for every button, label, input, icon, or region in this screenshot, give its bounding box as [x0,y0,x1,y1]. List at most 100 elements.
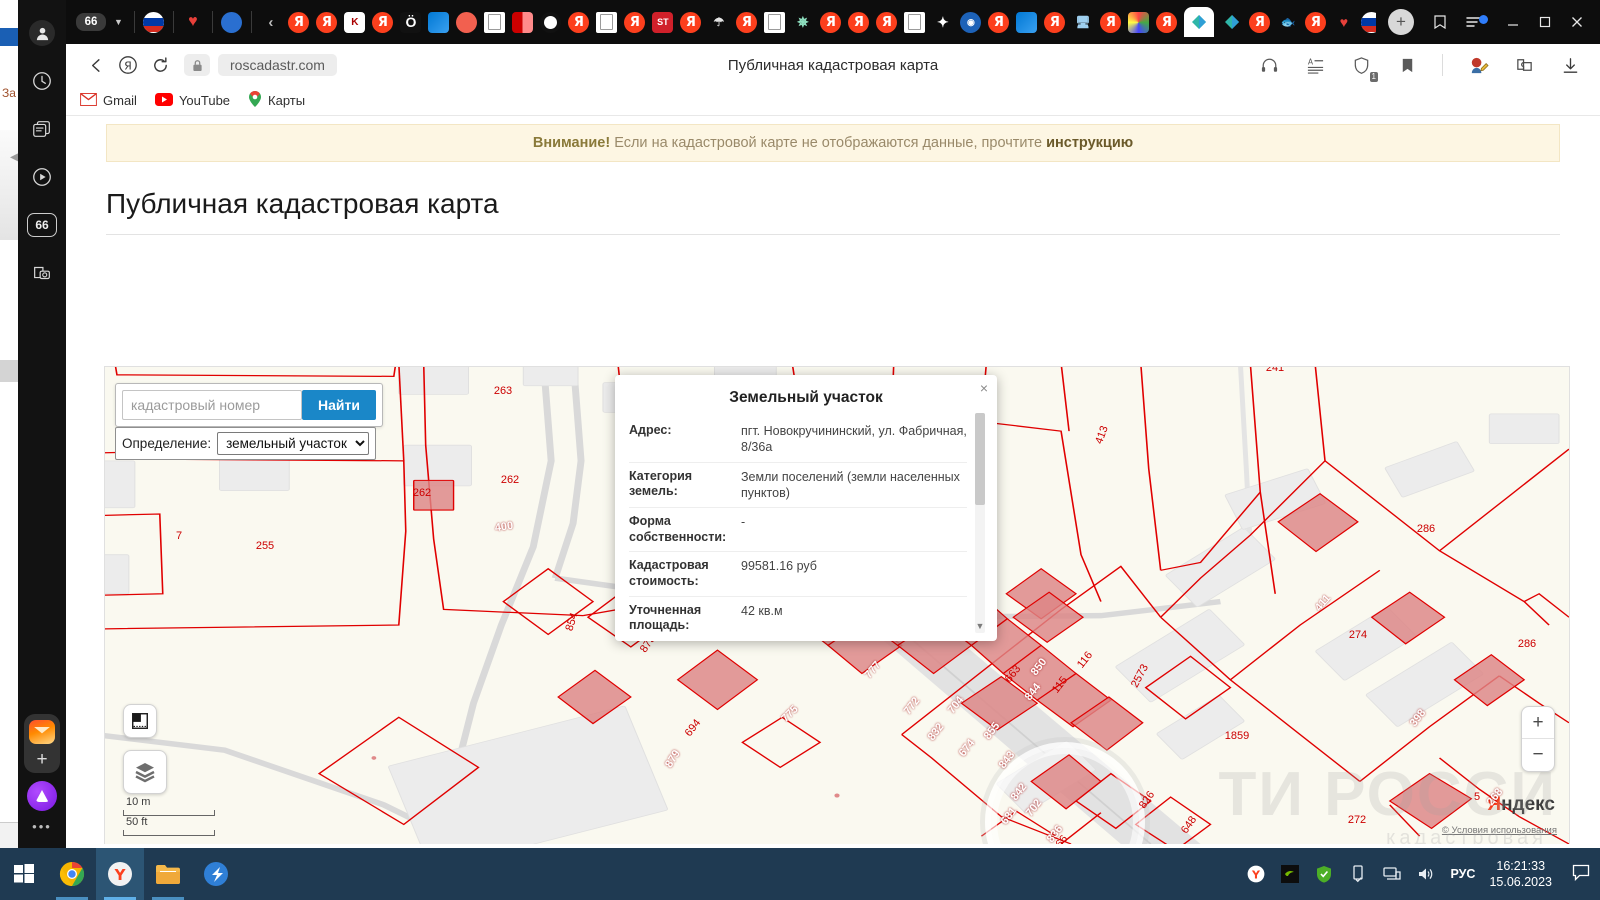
fav-fish-icon[interactable]: 🐟 [1277,12,1298,33]
sidebar-item-video[interactable] [27,162,57,192]
minimize-button[interactable] [1506,15,1520,29]
zoom-out-button[interactable]: − [1522,739,1554,771]
zoom-in-button[interactable]: + [1522,707,1554,739]
chevron-down-icon[interactable]: ▼ [108,17,129,27]
fav-contrast-icon[interactable] [540,11,562,33]
taskbar-clock[interactable]: 16:21:33 15.06.2023 [1489,858,1552,890]
fav-yandex-icon[interactable] [1305,11,1327,33]
search-button[interactable]: Найти [302,390,376,420]
fav-yandex-icon[interactable] [820,11,842,33]
map-attribution-link[interactable]: © Условия использования [1442,825,1557,836]
bookmark-youtube[interactable]: YouTube [154,92,230,109]
add-app-button[interactable]: + [36,750,47,769]
mail-app-icon[interactable] [29,720,55,744]
browser-menu-icon[interactable] [1466,14,1488,29]
fav-yandex-icon[interactable] [316,11,338,33]
fav-yandex-icon[interactable] [568,11,590,33]
cadastral-map[interactable]: Найти Определение: земельный участок × З… [104,366,1570,844]
fav-yandex-icon[interactable] [736,11,758,33]
maximize-button[interactable] [1538,15,1552,29]
shield-protect-icon[interactable]: 1 [1345,49,1378,82]
taskbar-chrome[interactable] [48,848,96,900]
lock-icon[interactable] [184,54,210,76]
fav-ozon-icon[interactable]: Ö [400,11,422,33]
headphones-icon[interactable] [1253,49,1285,81]
url-text[interactable]: roscadastr.com [218,54,337,76]
new-tab-button[interactable]: + [1388,9,1414,35]
sidebar-item-history[interactable] [27,66,57,96]
language-indicator[interactable]: РУС [1450,867,1475,881]
fav-yandex-icon[interactable] [1100,11,1122,33]
downloads-icon[interactable] [1554,49,1586,81]
fav-kinopoisk-icon[interactable]: K [344,11,366,33]
fav-colors-icon[interactable] [1128,11,1150,33]
sidebar-item-profile[interactable] [27,18,57,48]
alice-assistant-icon[interactable] [27,781,57,811]
fav-red-tile-icon[interactable] [512,11,534,33]
nvidia-icon[interactable] [1280,864,1300,884]
bookmark-maps[interactable]: Карты [248,91,305,110]
fav-yandex-icon[interactable] [1044,11,1066,33]
fav-blank-page-icon[interactable] [484,11,506,33]
tab-group-counter[interactable]: 66 [76,13,106,31]
reload-icon[interactable] [144,49,176,81]
extension-pencil-icon[interactable] [1462,49,1494,81]
tab-active-rosreestr[interactable] [1184,7,1215,37]
fav-microsoft-icon[interactable] [1016,11,1038,33]
bookmark-icon[interactable] [1391,49,1423,81]
fav-blank-page-icon[interactable] [904,11,926,33]
notification-icon[interactable] [1566,864,1590,885]
fav-blank-page-icon[interactable] [764,11,786,33]
fav-russia-flag-icon[interactable] [143,11,165,33]
layers-button[interactable] [123,750,167,794]
close-button[interactable] [1570,15,1584,29]
more-options-icon[interactable]: ••• [32,819,52,834]
collections-icon[interactable] [1432,14,1448,30]
fav-monitor-icon[interactable]: 🖥 [1072,12,1093,33]
reader-mode-icon[interactable]: A [1299,49,1331,81]
fav-yandex-icon[interactable] [624,11,646,33]
antivirus-icon[interactable] [1314,864,1334,884]
fav-yandex-music-icon[interactable] [848,11,870,33]
measure-tool-button[interactable] [123,704,157,738]
yandex-home-icon[interactable]: Я [112,49,144,81]
extension-puzzle-icon[interactable] [1508,49,1540,81]
tabstrip-scroll-left[interactable]: ‹ [260,12,281,33]
fav-yandex-icon[interactable] [680,11,702,33]
sidebar-item-tab-counter[interactable]: 66 [27,210,57,240]
back-arrow-icon[interactable] [80,49,112,81]
fav-circle-red-icon[interactable] [456,11,478,33]
fav-globe-icon[interactable]: ◉ [960,11,982,33]
definition-select[interactable]: земельный участок [217,432,370,455]
fav-sparkle-icon[interactable]: ✦ [932,12,953,33]
fav-yandex-icon[interactable] [1156,11,1178,33]
yandex-tray-icon[interactable]: Y [1246,864,1266,884]
volume-icon[interactable] [1416,864,1436,884]
fav-heart-icon[interactable]: ♥ [182,12,203,33]
popup-close-button[interactable]: × [980,381,988,395]
fav-globe-icon[interactable] [221,11,243,33]
fav-sport-icon[interactable]: SТ [652,11,674,33]
address-bar[interactable]: roscadastr.com [184,54,337,76]
taskbar-file-explorer[interactable] [144,848,192,900]
fav-atom-icon[interactable]: ✵ [792,12,813,33]
fav-yandex-icon[interactable] [372,11,394,33]
taskbar-yandex-browser[interactable]: Y [96,848,144,900]
sidebar-item-tabs[interactable] [27,114,57,144]
bookmark-gmail[interactable]: Gmail [80,92,137,109]
fav-umbrella-icon[interactable]: ☂ [708,12,729,33]
notice-instruction-link[interactable]: инструкцию [1046,135,1133,151]
fav-yandex-icon[interactable] [1249,11,1271,33]
fav-yandex-icon[interactable] [988,11,1010,33]
fav-rosreestr-icon[interactable] [1221,12,1242,33]
fav-blank-page-icon[interactable] [596,11,618,33]
windows-start-button[interactable] [0,848,48,900]
sidebar-item-screenshot[interactable] [27,258,57,288]
fav-yandex-music-icon[interactable] [288,11,310,33]
fav-heart-icon[interactable]: ♥ [1333,12,1354,33]
search-input[interactable] [122,390,302,420]
taskbar-bluestacks[interactable] [192,848,240,900]
fav-russia-flag-icon[interactable] [1361,11,1376,33]
usb-icon[interactable] [1348,864,1368,884]
fav-microsoft-icon[interactable] [428,11,450,33]
